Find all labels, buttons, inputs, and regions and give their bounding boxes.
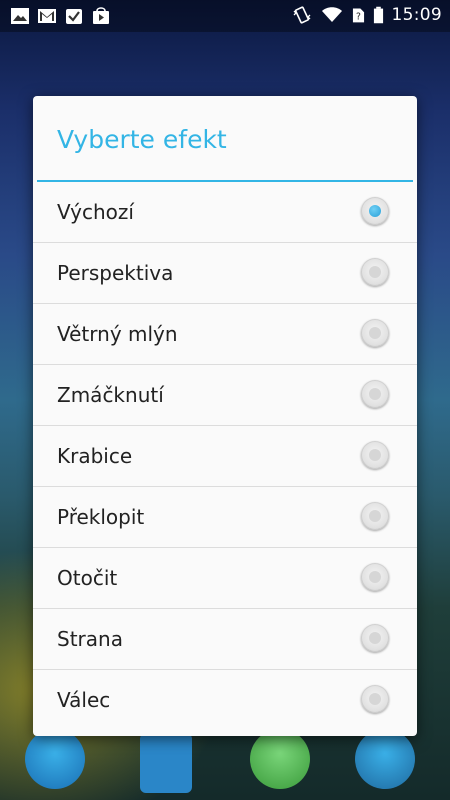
- dialog-title: Vyberte efekt: [57, 125, 227, 154]
- option-label: Válec: [57, 688, 111, 712]
- radio-button[interactable]: [361, 258, 389, 286]
- option-label: Krabice: [57, 444, 133, 468]
- play-store-icon: [93, 7, 109, 24]
- radio-dot: [369, 388, 381, 400]
- task-icon: [66, 9, 82, 24]
- option-label: Strana: [57, 627, 123, 651]
- vibrate-icon: [293, 6, 310, 24]
- battery-icon: [373, 6, 383, 24]
- option-otocit[interactable]: Otočit: [33, 548, 417, 609]
- radio-dot: [369, 327, 381, 339]
- gmail-icon: [38, 9, 56, 23]
- radio-dot: [369, 510, 381, 522]
- option-perspektiva[interactable]: Perspektiva: [33, 243, 417, 304]
- option-label: Větrný mlýn: [57, 322, 178, 346]
- phone-icon[interactable]: [25, 729, 85, 789]
- effect-picker-dialog: Vyberte efekt Výchozí Perspektiva Větrný…: [33, 96, 417, 736]
- browser-icon[interactable]: [355, 729, 415, 789]
- radio-dot: [369, 632, 381, 644]
- radio-button[interactable]: [361, 380, 389, 408]
- option-label: Překlopit: [57, 505, 145, 529]
- messaging-icon[interactable]: [250, 729, 310, 789]
- option-label: Zmáčknutí: [57, 383, 164, 407]
- gallery-icon: [11, 8, 29, 24]
- clock: 15:09: [391, 5, 442, 25]
- option-valec[interactable]: Válec: [33, 670, 417, 730]
- effect-options-list: Výchozí Perspektiva Větrný mlýn Zmáčknut…: [33, 182, 417, 730]
- no-sim-icon: ?: [352, 8, 364, 23]
- radio-button[interactable]: [361, 502, 389, 530]
- radio-button[interactable]: [361, 441, 389, 469]
- system-icons: ? 15:09: [292, 5, 443, 25]
- radio-button[interactable]: [361, 685, 389, 713]
- radio-dot: [369, 571, 381, 583]
- option-strana[interactable]: Strana: [33, 609, 417, 670]
- status-bar: ? 15:09: [0, 0, 450, 32]
- radio-dot: [369, 449, 381, 461]
- option-label: Výchozí: [57, 200, 134, 224]
- radio-button[interactable]: [361, 624, 389, 652]
- home-dock: [0, 725, 450, 800]
- notification-icons: [10, 6, 111, 26]
- option-label: Otočit: [57, 566, 118, 590]
- radio-button[interactable]: [361, 319, 389, 347]
- radio-dot: [369, 266, 381, 278]
- wifi-icon: [321, 7, 342, 22]
- radio-dot: [369, 205, 381, 217]
- radio-button[interactable]: [361, 563, 389, 591]
- option-vychozi[interactable]: Výchozí: [33, 182, 417, 243]
- contacts-icon[interactable]: [140, 733, 192, 793]
- radio-dot: [369, 693, 381, 705]
- option-label: Perspektiva: [57, 261, 174, 285]
- option-krabice[interactable]: Krabice: [33, 426, 417, 487]
- option-vetrny-mlyn[interactable]: Větrný mlýn: [33, 304, 417, 365]
- radio-button-selected[interactable]: [361, 197, 389, 225]
- option-zmacknuti[interactable]: Zmáčknutí: [33, 365, 417, 426]
- option-preklopit[interactable]: Překlopit: [33, 487, 417, 548]
- svg-text:?: ?: [356, 12, 361, 23]
